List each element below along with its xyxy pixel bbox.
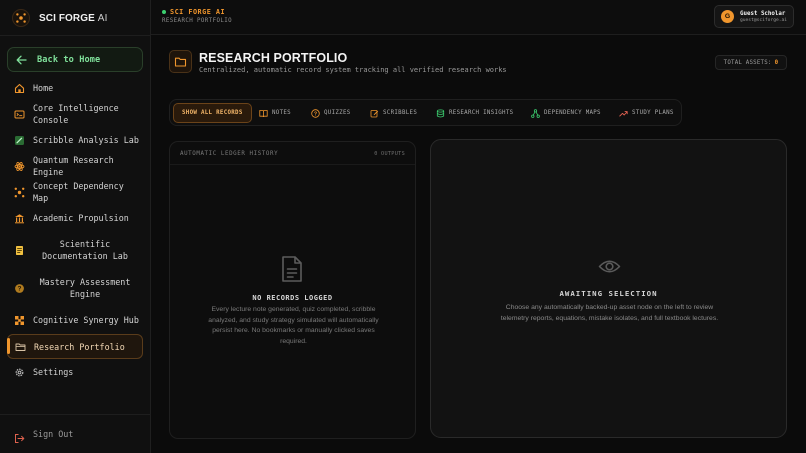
sidebar-item-home[interactable]: Home xyxy=(7,82,143,94)
tab-label: QUIZZES xyxy=(324,110,351,116)
tab-study-plans[interactable]: STUDY PLANS xyxy=(619,103,674,123)
gear-icon xyxy=(14,367,25,378)
brand[interactable]: SCI FORGE AI xyxy=(12,9,107,27)
sidebar-item-label: Academic Propulsion xyxy=(33,213,129,223)
building-icon xyxy=(14,213,25,224)
tab-label: SHOW ALL RECORDS xyxy=(182,110,243,116)
user-name: Guest Scholar xyxy=(740,10,786,17)
atom-icon xyxy=(14,161,25,172)
page-subtitle: Centralized, automatic record system tra… xyxy=(199,66,507,74)
sign-out-label: Sign Out xyxy=(33,429,74,439)
sidebar-item-label: Mastery Assessment Engine xyxy=(39,277,131,299)
svg-text:?: ? xyxy=(18,285,22,292)
ledger-panel: AUTOMATIC LEDGER HISTORY 0 OUTPUTS NO RE… xyxy=(169,141,416,439)
detail-panel: AWAITING SELECTION Choose any automatica… xyxy=(430,139,787,438)
tab-label: DEPENDENCY MAPS xyxy=(544,110,601,116)
sidebar-item-label: Concept Dependency Map xyxy=(33,181,124,203)
eye-icon xyxy=(598,260,621,273)
brand-name: SCI FORGE AI xyxy=(39,12,108,24)
sidebar-item-label: Scientific Documentation Lab xyxy=(42,239,128,261)
total-assets-label: TOTAL ASSETS: xyxy=(723,59,772,66)
edit-icon xyxy=(370,109,379,118)
sidebar-item-label: Research Portfolio xyxy=(34,341,125,352)
sidebar-item-label: Home xyxy=(33,83,54,93)
online-dot-icon xyxy=(162,10,166,14)
tab-label: RESEARCH INSIGHTS xyxy=(449,110,514,116)
database-icon xyxy=(436,108,445,118)
tab-label: NOTES xyxy=(272,110,291,116)
detail-empty-description: Choose any automatically backed-up asset… xyxy=(500,304,719,322)
sidebar-item-label: Settings xyxy=(33,367,74,377)
svg-text:?: ? xyxy=(314,111,317,117)
detail-empty-title: AWAITING SELECTION xyxy=(559,289,658,298)
sidebar-item-academic-propulsion[interactable]: Academic Propulsion xyxy=(7,212,143,224)
sidebar-item-label: Core Intelligence Console xyxy=(33,103,119,125)
filter-tabs: SHOW ALL RECORDS NOTES ? QUIZZES SCRIBBL… xyxy=(169,99,682,126)
question-icon: ? xyxy=(311,108,320,118)
question-icon: ? xyxy=(14,283,25,294)
page-title: RESEARCH PORTFOLIO xyxy=(199,51,348,65)
ledger-output-count: 0 OUTPUTS xyxy=(374,151,405,157)
sidebar-item-scribble-analysis-lab[interactable]: Scribble Analysis Lab xyxy=(7,134,143,146)
scribble-icon xyxy=(14,135,25,146)
sidebar-item-settings[interactable]: Settings xyxy=(7,366,143,378)
empty-file-icon xyxy=(282,256,302,282)
tab-research-insights[interactable]: RESEARCH INSIGHTS xyxy=(436,103,513,123)
tab-scribbles[interactable]: SCRIBBLES xyxy=(370,103,417,123)
sidebar-item-core-intelligence-console[interactable]: Core Intelligence Console xyxy=(7,103,143,125)
active-indicator xyxy=(7,338,10,354)
empty-state-title: NO RECORDS LOGGED xyxy=(252,294,333,302)
trend-icon xyxy=(619,109,628,118)
brand-logo-icon xyxy=(12,9,30,27)
console-icon xyxy=(14,109,25,120)
sign-out-button[interactable]: Sign Out xyxy=(7,426,143,443)
sidebar-item-label: Quantum Research Engine xyxy=(33,155,114,177)
network-icon xyxy=(14,187,25,198)
top-bar: SCI FORGE AI RESEARCH PORTFOLIO G Guest … xyxy=(151,0,806,35)
user-email: guest@sciforge.ai xyxy=(740,17,788,23)
status-text: SCI FORGE AI xyxy=(170,8,226,16)
hub-icon xyxy=(14,315,25,326)
network-icon xyxy=(531,108,540,118)
sign-out-icon xyxy=(14,429,25,443)
sidebar-item-research-portfolio[interactable]: Research Portfolio xyxy=(7,334,143,359)
sidebar-item-quantum-research-engine[interactable]: Quantum Research Engine xyxy=(7,155,143,177)
sidebar-divider xyxy=(0,35,151,36)
empty-state-description: Every lecture note generated, quiz compl… xyxy=(208,306,379,345)
sidebar-item-concept-dependency-map[interactable]: Concept Dependency Map xyxy=(7,181,143,203)
status-indicator: SCI FORGE AI xyxy=(162,8,225,16)
ledger-title: AUTOMATIC LEDGER HISTORY xyxy=(180,151,279,157)
tab-notes[interactable]: NOTES xyxy=(259,103,291,123)
sidebar: SCI FORGE AI Back to Home Home Core Inte… xyxy=(0,0,151,453)
tab-quizzes[interactable]: ? QUIZZES xyxy=(311,103,351,123)
document-icon xyxy=(14,245,25,256)
total-assets-count: 0 xyxy=(774,59,779,66)
home-icon xyxy=(14,83,25,94)
arrow-left-icon xyxy=(16,55,27,64)
tab-show-all-records[interactable]: SHOW ALL RECORDS xyxy=(173,103,252,123)
ledger-divider xyxy=(170,164,415,165)
tab-dependency-maps[interactable]: DEPENDENCY MAPS xyxy=(531,103,601,123)
portfolio-folder-icon xyxy=(169,50,192,73)
avatar: G xyxy=(721,10,734,23)
sidebar-item-cognitive-synergy-hub[interactable]: Cognitive Synergy Hub xyxy=(7,314,143,326)
sidebar-item-scientific-documentation-lab[interactable]: Scientific Documentation Lab xyxy=(7,238,143,262)
folder-icon xyxy=(15,341,26,352)
breadcrumb: RESEARCH PORTFOLIO xyxy=(162,18,233,24)
back-to-home-label: Back to Home xyxy=(37,54,101,65)
sidebar-item-mastery-assessment-engine[interactable]: ? Mastery Assessment Engine xyxy=(7,276,143,300)
user-menu-button[interactable]: G Guest Scholar guest@sciforge.ai xyxy=(714,5,794,28)
sidebar-divider xyxy=(0,414,151,415)
sidebar-item-label: Scribble Analysis Lab xyxy=(33,135,139,145)
total-assets-badge: TOTAL ASSETS: 0 xyxy=(715,55,787,70)
book-icon xyxy=(259,109,268,118)
tab-label: STUDY PLANS xyxy=(632,110,674,116)
back-to-home-button[interactable]: Back to Home xyxy=(7,47,143,72)
tab-label: SCRIBBLES xyxy=(383,110,418,116)
sidebar-item-label: Cognitive Synergy Hub xyxy=(33,315,139,325)
